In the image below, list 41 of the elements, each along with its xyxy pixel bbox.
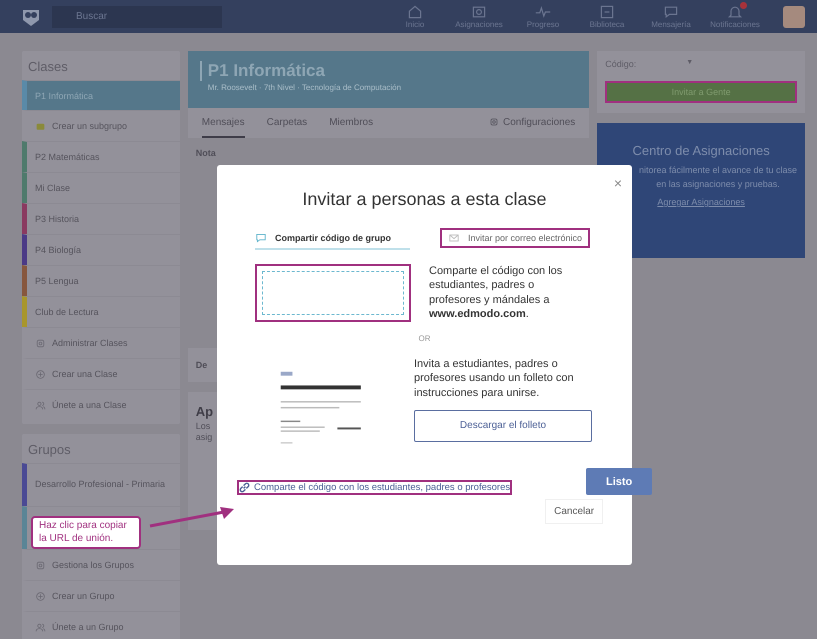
- sidebar-action[interactable]: Únete a un Grupo: [22, 611, 180, 639]
- class-item[interactable]: P3 Historia: [22, 203, 180, 234]
- class-item[interactable]: P1 Informática: [22, 80, 180, 110]
- share-code-link[interactable]: Comparte el código con los estudiantes, padres o profesores: [237, 480, 512, 495]
- sidebar-action[interactable]: Crear un Grupo: [22, 580, 180, 611]
- done-button[interactable]: Listo: [586, 468, 652, 495]
- code-instructions: Comparte el código con los estudiantes, padres o profesores y mándales a www.edmodo.com.: [429, 264, 564, 322]
- dialog-tab[interactable]: Invitar por correo electrónico: [440, 228, 590, 250]
- settings-tab[interactable]: Configuraciones: [489, 108, 576, 138]
- sidebar-action[interactable]: Administrar Clases: [22, 327, 180, 358]
- tab[interactable]: Miembros: [329, 108, 374, 138]
- add-assignments-link[interactable]: Agregar Asignaciones: [657, 197, 745, 207]
- class-item[interactable]: P5 Lengua: [22, 265, 180, 296]
- card-title: Centro de Asignaciones: [632, 143, 770, 158]
- card-text: Los: [196, 421, 210, 431]
- class-title: P1 Informática: [200, 61, 578, 81]
- card-title: Ap: [196, 404, 214, 419]
- cancel-button[interactable]: Cancelar: [545, 499, 604, 524]
- class-item[interactable]: Club de Lectura: [22, 296, 180, 327]
- note-label: Nota: [194, 147, 217, 158]
- section-title: De: [194, 360, 208, 370]
- class-item[interactable]: P4 Biología: [22, 234, 180, 265]
- class-item[interactable]: P2 Matemáticas: [22, 141, 180, 172]
- sidebar-action[interactable]: Únete a una Clase: [22, 389, 180, 420]
- tab[interactable]: Carpetas: [266, 108, 308, 138]
- search-field[interactable]: Buscar: [52, 6, 222, 28]
- sidebar-action[interactable]: Crear una Clase: [22, 358, 180, 389]
- class-subtitle: Mr. Roosevelt · 7th Nivel · Tecnología de Computación: [206, 83, 402, 92]
- card-text: asig: [196, 432, 212, 442]
- card-text: nitorea fácilmente el avance de tu clase en las asignaciones y pruebas.: [638, 164, 798, 191]
- dialog-tab[interactable]: Compartir código de grupo: [255, 228, 410, 250]
- copy-url-tooltip: Haz clic para copiar la URL de unión.: [31, 516, 141, 549]
- class-item[interactable]: Mi Clase: [22, 172, 180, 203]
- flyer-instructions: Invita a estudiantes, padres o profesores usando un folleto con instrucciones para unirse.: [414, 357, 575, 400]
- or-divider: OR: [418, 334, 430, 343]
- download-flyer-button[interactable]: Descargar el folleto: [414, 410, 592, 442]
- class-item[interactable]: Desarrollo Profesional - Primaria: [22, 463, 180, 506]
- tab[interactable]: Mensajes: [202, 108, 245, 138]
- close-button[interactable]: ×: [614, 175, 622, 191]
- dialog-title: Invitar a personas a esta clase: [301, 189, 548, 210]
- sidebar-action[interactable]: Crear un subgrupo: [22, 110, 180, 141]
